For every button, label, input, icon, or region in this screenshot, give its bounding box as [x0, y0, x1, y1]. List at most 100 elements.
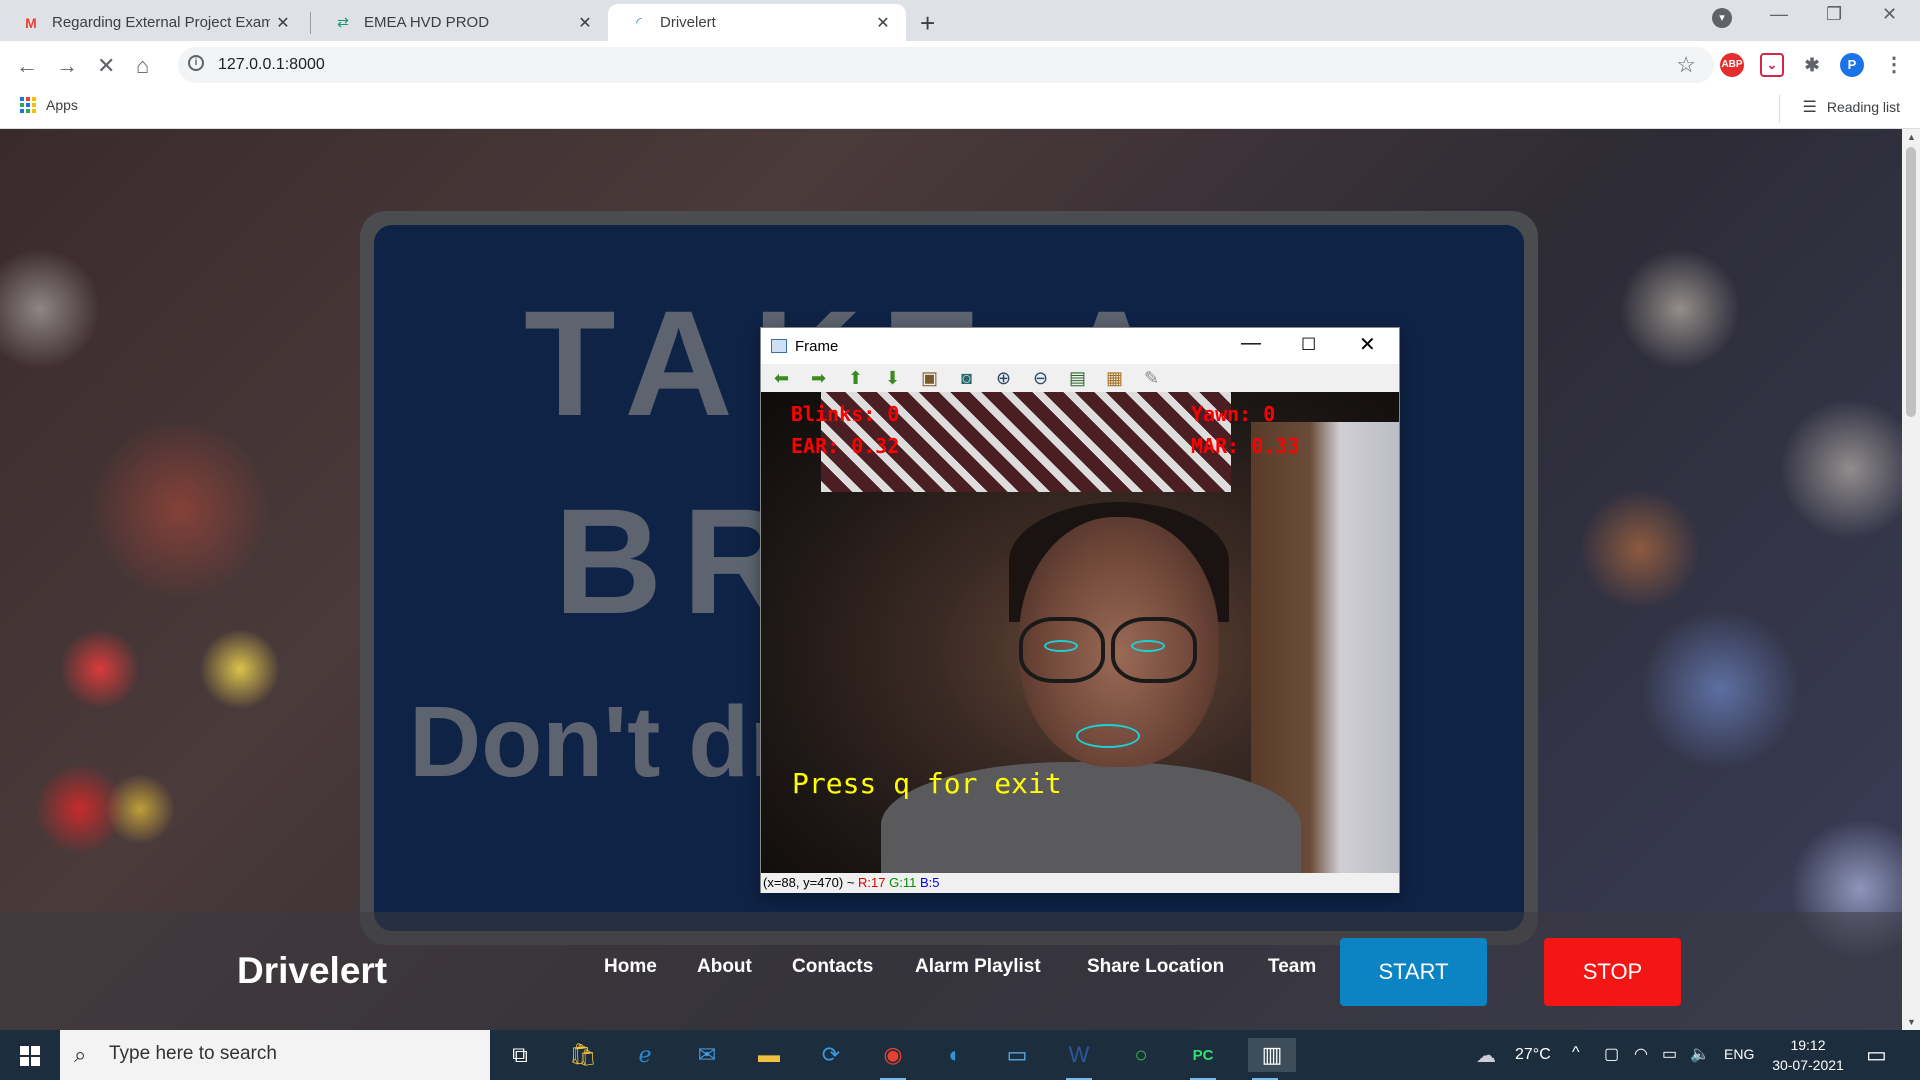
file-explorer-icon[interactable]: ▬	[752, 1038, 786, 1072]
home-icon[interactable]: ⌂	[136, 53, 149, 79]
pan-right-icon[interactable]: ➡	[806, 367, 831, 389]
back-icon[interactable]: ←	[16, 53, 38, 79]
nav-about[interactable]: About	[697, 956, 752, 978]
nav-alarm-playlist[interactable]: Alarm Playlist	[915, 956, 1041, 978]
forward-icon[interactable]: →	[56, 53, 78, 79]
scroll-down-icon[interactable]: ▼	[1907, 1017, 1916, 1027]
site-info-icon[interactable]: i	[188, 55, 204, 71]
frame-maximize-icon[interactable]: ☐	[1301, 335, 1316, 355]
meet-now-icon[interactable]: ▢	[1604, 1044, 1619, 1064]
frame-toolbar: ⬅ ➡ ⬆ ⬇ ▣ ◙ ⊕ ⊖ ▤ ▦ ✎	[761, 364, 1399, 392]
zoom-original-icon[interactable]: ◙	[954, 367, 979, 389]
pixel-green: G:11	[889, 875, 917, 890]
notifications-icon[interactable]: ▭	[1866, 1042, 1887, 1068]
zoom-out-icon[interactable]: ⊖	[1028, 367, 1053, 389]
mail-icon[interactable]: ✉	[690, 1038, 724, 1072]
internet-explorer-icon[interactable]: ℯ	[628, 1038, 662, 1072]
extensions-icon[interactable]: ✱	[1800, 53, 1824, 77]
scroll-thumb[interactable]	[1906, 147, 1916, 417]
chrome-icon[interactable]: ◉	[876, 1038, 910, 1080]
reading-list-button[interactable]: ☰ Reading list	[1803, 97, 1901, 117]
browser-chrome: M Regarding External Project Exami ✕ ⇄ E…	[0, 0, 1920, 129]
new-tab-button[interactable]: +	[920, 8, 935, 39]
close-tab-icon[interactable]: ✕	[572, 13, 598, 33]
clock-date: 30-07-2021	[1772, 1057, 1844, 1073]
minimize-icon[interactable]: —	[1770, 4, 1788, 25]
url-text[interactable]: 127.0.0.1:8000	[218, 56, 325, 74]
frame-window: Frame — ☐ ✕ ⬅ ➡ ⬆ ⬇ ▣ ◙ ⊕ ⊖ ▤ ▦ ✎ Blinks…	[760, 327, 1400, 893]
frame-minimize-icon[interactable]: —	[1241, 332, 1261, 355]
volume-icon[interactable]: 🔈	[1690, 1044, 1710, 1064]
profile-avatar[interactable]: P	[1840, 53, 1864, 77]
language-indicator[interactable]: ENG	[1724, 1046, 1754, 1062]
tab-gmail[interactable]: M Regarding External Project Exami ✕	[0, 4, 306, 41]
tab-strip: M Regarding External Project Exami ✕ ⇄ E…	[0, 0, 1920, 41]
camera-feed[interactable]: Blinks: 0 Yawn: 0 EAR: 0.32 MAR: 0.33 Pr…	[761, 392, 1399, 873]
pixel-red: R:17	[858, 875, 886, 890]
tab-title: Regarding External Project Exami	[52, 14, 270, 31]
close-window-icon[interactable]: ✕	[1882, 4, 1897, 25]
divider	[1779, 95, 1780, 123]
taskbar-search[interactable]: ⌕ Type here to search	[60, 1030, 490, 1080]
blinks-counter: Blinks: 0	[791, 402, 900, 426]
sync-app-icon[interactable]: ⟳	[814, 1038, 848, 1072]
wifi-icon[interactable]: ◠	[1634, 1044, 1648, 1064]
tab-separator	[310, 12, 311, 34]
windows-logo-icon	[31, 1046, 40, 1055]
site-navbar: Drivelert Home About Contacts Alarm Play…	[0, 912, 1902, 1030]
nav-home[interactable]: Home	[604, 956, 657, 978]
site-brand[interactable]: Drivelert	[237, 950, 387, 992]
close-tab-icon[interactable]: ✕	[870, 13, 896, 33]
battery-icon[interactable]: ▭	[1662, 1044, 1677, 1064]
menu-icon[interactable]: ⋮	[1882, 53, 1906, 77]
tab-search-icon[interactable]: ▾	[1712, 8, 1732, 28]
stop-button[interactable]: STOP	[1544, 938, 1681, 1006]
close-tab-icon[interactable]: ✕	[270, 13, 296, 33]
pan-up-icon[interactable]: ⬆	[843, 367, 868, 389]
store-icon[interactable]: 🛍	[566, 1038, 600, 1072]
gmail-icon: M	[25, 14, 37, 31]
temperature[interactable]: 27°C	[1515, 1046, 1551, 1064]
save-icon[interactable]: ▤	[1065, 367, 1090, 389]
pocket-icon[interactable]: ⌄	[1760, 53, 1784, 77]
frame-titlebar[interactable]: Frame — ☐ ✕	[761, 328, 1399, 364]
edge-icon[interactable]: ◐	[938, 1038, 972, 1072]
desktop-app-icon[interactable]: ▭	[1000, 1038, 1034, 1072]
windows-taskbar: ⌕ Type here to search ⧉ 🛍 ℯ ✉ ▬ ⟳ ◉ ◐ ▭ …	[0, 1030, 1920, 1080]
start-button[interactable]: START	[1340, 938, 1487, 1006]
pixel-blue: B:5	[919, 875, 940, 890]
windows-logo-icon	[20, 1057, 29, 1066]
tab-drivelert[interactable]: ◜ Drivelert ✕	[608, 4, 906, 41]
bookmark-star-icon[interactable]: ☆	[1676, 52, 1696, 78]
apps-shortcut[interactable]: Apps	[20, 97, 78, 113]
nav-team[interactable]: Team	[1268, 956, 1316, 978]
bookmarks-bar: Apps ☰ Reading list	[0, 89, 1920, 129]
frame-title: Frame	[795, 338, 839, 355]
tab-emea[interactable]: ⇄ EMEA HVD PROD ✕	[312, 4, 608, 41]
opencv-frame-taskbar-icon[interactable]: ▥	[1248, 1038, 1296, 1080]
taskbar-clock[interactable]: 19:12 30-07-2021	[1768, 1035, 1848, 1075]
properties-icon[interactable]: ✎	[1139, 367, 1164, 389]
show-hidden-icons-icon[interactable]: ^	[1572, 1044, 1580, 1062]
stop-loading-icon[interactable]: ✕	[97, 53, 115, 79]
nav-contacts[interactable]: Contacts	[792, 956, 873, 978]
weather-icon[interactable]: ☁	[1476, 1043, 1496, 1068]
pan-left-icon[interactable]: ⬅	[769, 367, 794, 389]
nav-share-location[interactable]: Share Location	[1087, 956, 1224, 978]
page-scrollbar[interactable]: ▲ ▼	[1902, 129, 1920, 1030]
address-bar[interactable]: i 127.0.0.1:8000 ☆	[178, 47, 1714, 83]
zoom-fit-icon[interactable]: ▣	[917, 367, 942, 389]
task-view-icon[interactable]: ⧉	[503, 1038, 537, 1072]
search-placeholder[interactable]: Type here to search	[109, 1043, 277, 1065]
adblock-icon[interactable]: ABP	[1720, 53, 1744, 77]
scroll-up-icon[interactable]: ▲	[1907, 132, 1916, 142]
frame-close-icon[interactable]: ✕	[1359, 332, 1376, 357]
start-menu-button[interactable]	[0, 1030, 60, 1080]
pan-down-icon[interactable]: ⬇	[880, 367, 905, 389]
copy-icon[interactable]: ▦	[1102, 367, 1127, 389]
pycharm-icon[interactable]: PC	[1186, 1038, 1220, 1080]
word-icon[interactable]: W	[1062, 1038, 1096, 1080]
restore-icon[interactable]: ❐	[1826, 4, 1842, 25]
green-ring-app-icon[interactable]: ○	[1124, 1038, 1158, 1072]
zoom-in-icon[interactable]: ⊕	[991, 367, 1016, 389]
